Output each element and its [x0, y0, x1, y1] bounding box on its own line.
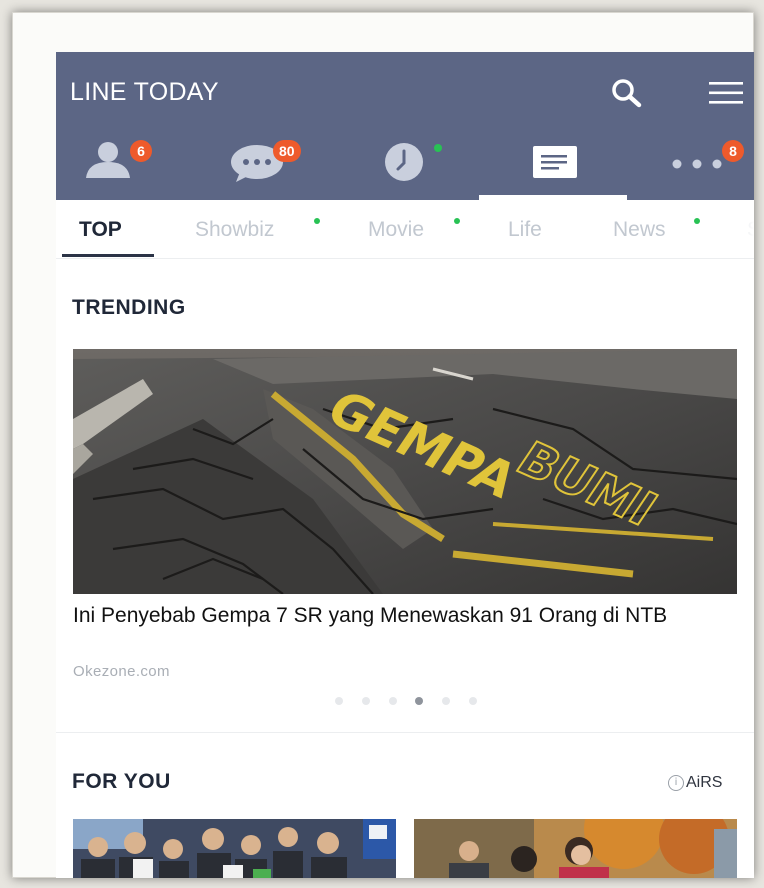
for-you-heading: FOR YOU	[72, 770, 171, 793]
friends-badge: 6	[130, 140, 152, 162]
for-you-card-1-image[interactable]	[73, 819, 396, 878]
section-divider	[56, 732, 754, 733]
category-tab-top[interactable]: TOP	[79, 218, 122, 242]
nav-tab-timeline[interactable]	[376, 138, 446, 188]
nav-tab-more[interactable]: 8	[666, 138, 754, 188]
carousel-dot-2[interactable]	[362, 697, 370, 705]
trending-headline[interactable]: Ini Penyebab Gempa 7 SR yang Menewaskan …	[73, 602, 737, 630]
for-you-card-2-image[interactable]	[414, 819, 737, 878]
carousel-dot-3[interactable]	[389, 697, 397, 705]
couple-photo	[414, 819, 737, 878]
trending-heading: TRENDING	[72, 296, 186, 319]
menu-icon[interactable]	[708, 80, 744, 106]
device-frame: LINE TODAY 6 80 8 TOP Showbiz Movie Life…	[12, 12, 754, 878]
category-tab-life[interactable]: Life	[508, 218, 542, 242]
timeline-new-indicator	[434, 144, 442, 152]
category-tab-showbiz[interactable]: Showbiz	[195, 218, 274, 242]
nav-tab-friends[interactable]: 6	[84, 138, 152, 188]
category-active-underline	[62, 254, 154, 257]
movie-new-indicator	[454, 218, 460, 224]
info-icon: i	[668, 775, 684, 791]
carousel-dot-1[interactable]	[335, 697, 343, 705]
app-screen: LINE TODAY 6 80 8 TOP Showbiz Movie Life…	[56, 52, 754, 878]
carousel-dot-6[interactable]	[469, 697, 477, 705]
category-tabs: TOP Showbiz Movie Life News S	[56, 200, 754, 259]
search-icon[interactable]	[610, 78, 644, 108]
timeline-icon	[385, 143, 423, 181]
category-scroll-fade	[726, 200, 754, 258]
nav-tab-today[interactable]	[531, 138, 581, 188]
app-title: LINE TODAY	[70, 78, 219, 106]
more-badge: 8	[722, 140, 744, 162]
category-tab-news[interactable]: News	[613, 218, 666, 242]
nav-tab-chats[interactable]: 80	[230, 138, 320, 188]
carousel-dot-5[interactable]	[442, 697, 450, 705]
crowd-photo	[73, 819, 396, 878]
category-tab-movie[interactable]: Movie	[368, 218, 424, 242]
trending-article-image[interactable]: GEMPA BUMI	[73, 349, 737, 594]
showbiz-new-indicator	[314, 218, 320, 224]
trending-source: Okezone.com	[73, 663, 170, 680]
earthquake-road-image: GEMPA BUMI	[73, 349, 737, 594]
chats-badge: 80	[273, 140, 301, 162]
airs-info[interactable]: i AiRS	[668, 774, 722, 792]
carousel-dot-4-active[interactable]	[415, 697, 423, 705]
news-new-indicator	[694, 218, 700, 224]
today-news-icon	[533, 146, 577, 178]
airs-label: AiRS	[686, 774, 723, 791]
app-header: LINE TODAY 6 80 8	[56, 52, 754, 200]
